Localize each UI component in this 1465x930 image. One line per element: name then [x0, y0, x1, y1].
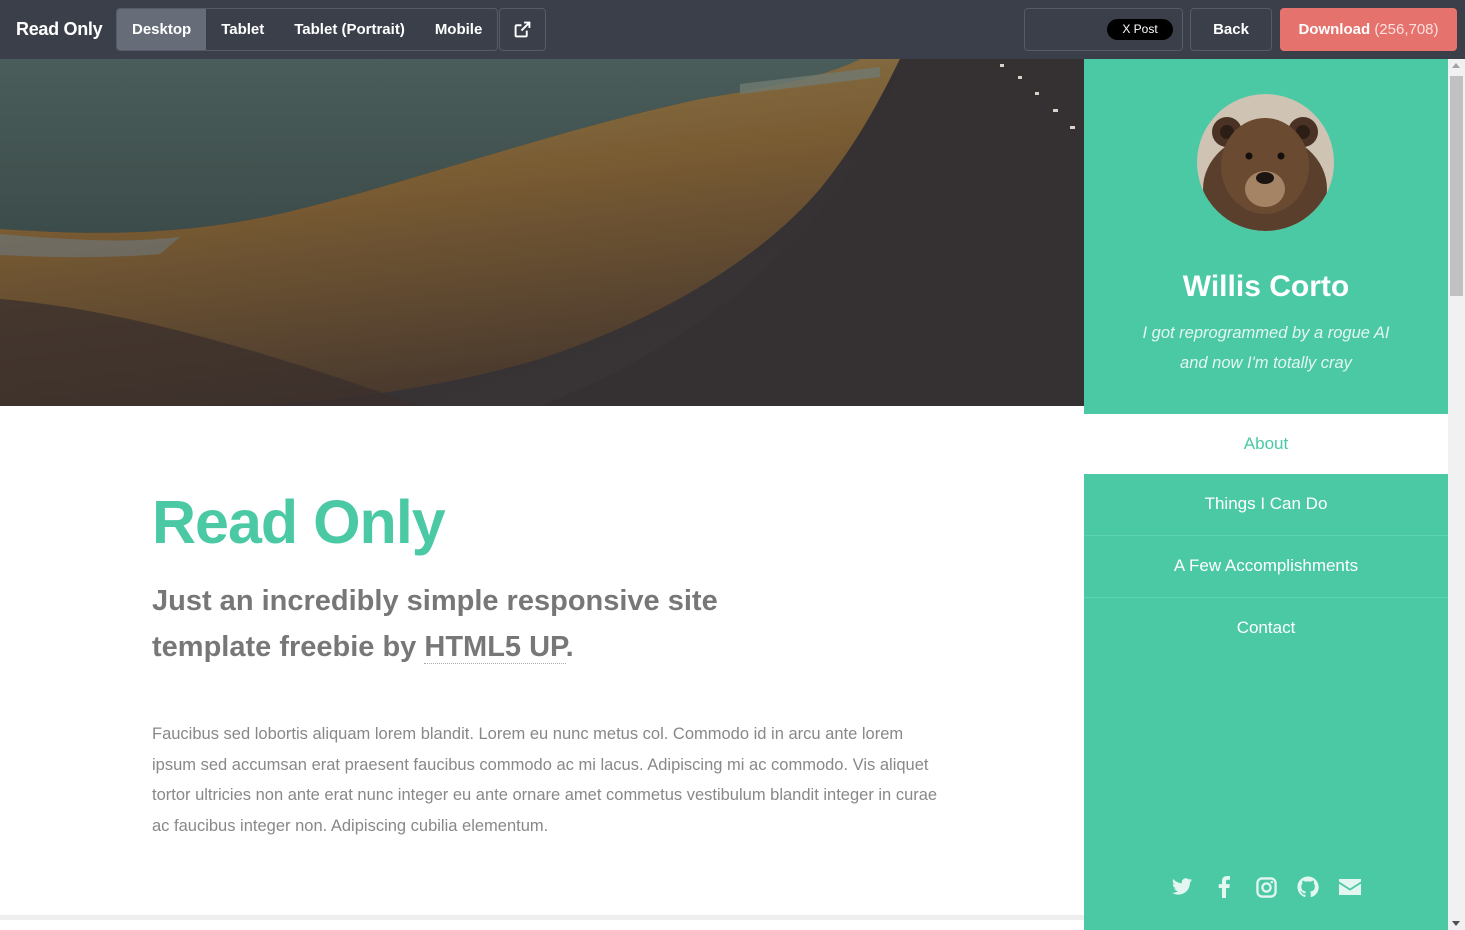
- view-mobile-button[interactable]: Mobile: [420, 9, 497, 50]
- view-switcher: Desktop Tablet Tablet (Portrait) Mobile: [116, 8, 499, 51]
- scroll-up-icon[interactable]: [1452, 63, 1460, 68]
- nav-item-things-i-can-do[interactable]: Things I Can Do: [1084, 474, 1448, 536]
- download-count: (256,708): [1374, 21, 1439, 38]
- preview-toolbar: Read Only Desktop Tablet Tablet (Portrai…: [0, 0, 1465, 59]
- hero-image: [0, 59, 1084, 406]
- instagram-icon[interactable]: [1254, 875, 1278, 899]
- tagline-line-1: I got reprogrammed by a rogue AI: [1142, 324, 1390, 342]
- scroll-down-icon[interactable]: [1452, 921, 1460, 926]
- facebook-icon[interactable]: [1212, 875, 1236, 899]
- nav-item-about[interactable]: About: [1084, 414, 1448, 474]
- page-subtitle: Just an incredibly simple responsive sit…: [152, 578, 752, 670]
- page-title: Read Only: [152, 488, 446, 556]
- view-tablet-portrait-button[interactable]: Tablet (Portrait): [279, 9, 420, 50]
- envelope-icon[interactable]: [1338, 875, 1362, 899]
- avatar: [1197, 94, 1334, 231]
- intro-paragraph: Faucibus sed lobortis aliquam lorem blan…: [152, 725, 938, 835]
- open-external-button[interactable]: [499, 8, 546, 51]
- nav-item-accomplishments[interactable]: A Few Accomplishments: [1084, 536, 1448, 598]
- profile-tagline: I got reprogrammed by a rogue AI and now…: [1124, 318, 1408, 378]
- social-share-box: X Post: [1024, 8, 1183, 51]
- sidebar: Willis Corto I got reprogrammed by a rog…: [1084, 59, 1448, 930]
- brand-title: Read Only: [16, 19, 103, 39]
- github-icon[interactable]: [1296, 875, 1320, 899]
- back-button[interactable]: Back: [1190, 8, 1272, 51]
- download-label: Download: [1298, 21, 1371, 38]
- social-links: [1084, 875, 1448, 899]
- subtitle-period: .: [565, 631, 574, 663]
- html5up-link[interactable]: HTML5 UP: [424, 631, 566, 664]
- view-desktop-button[interactable]: Desktop: [117, 9, 207, 50]
- section-divider: [0, 915, 1084, 920]
- nav-item-contact[interactable]: Contact: [1084, 598, 1448, 660]
- download-button[interactable]: Download (256,708): [1280, 8, 1457, 51]
- external-link-icon: [514, 21, 531, 38]
- page-scrollbar[interactable]: [1448, 59, 1465, 930]
- x-post-button[interactable]: X Post: [1107, 19, 1173, 40]
- tagline-line-2: and now I'm totally cray: [1180, 354, 1352, 372]
- sidebar-nav: About Things I Can Do A Few Accomplishme…: [1084, 414, 1448, 660]
- view-tablet-button[interactable]: Tablet: [206, 9, 279, 50]
- profile-name: Willis Corto: [1182, 270, 1350, 303]
- twitter-icon[interactable]: [1170, 875, 1194, 899]
- scrollbar-thumb[interactable]: [1450, 76, 1463, 296]
